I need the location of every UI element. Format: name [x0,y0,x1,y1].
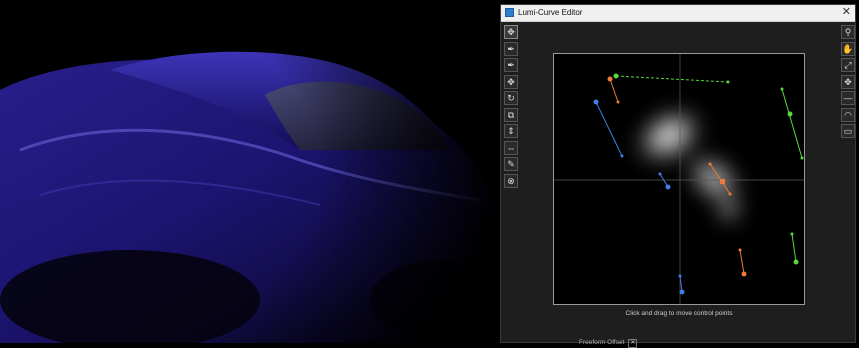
center-icon[interactable]: ✥ [841,74,855,89]
app-icon [505,8,514,17]
control-handle-orange-top[interactable] [607,76,620,104]
curve-shape-icon[interactable]: ◠ [841,107,855,122]
gradient-icon[interactable]: ▭ [841,124,855,138]
control-handle-orange-bottom[interactable] [738,248,747,277]
curve-canvas[interactable] [553,53,805,305]
delete-circle-icon[interactable]: ⊗ [504,173,518,188]
curve-editor-window: Lumi-Curve Editor ✕ ✥ ✒ ✒ ✥ ↻ ⧉ ⇕ ⇔ ✎ ⊗ ⚲ ✋ ⤢ ✥ — ◠ ▭ [500,4,856,348]
title-bar[interactable]: Lumi-Curve Editor ✕ [501,5,855,22]
flip-vertical-icon[interactable]: ⇕ [504,124,518,138]
status-bar: Freeform Offset ✕ [579,338,638,348]
rotate-icon[interactable]: ↻ [504,91,518,105]
close-icon[interactable]: ✕ [842,6,851,19]
pen-minus-icon[interactable]: ✒ [504,58,518,72]
magnifier-icon[interactable]: ⚲ [841,25,855,39]
fit-frame-icon[interactable]: ⤢ [841,58,855,72]
control-handle-green-top[interactable] [613,73,730,84]
light-falloff-shape [626,100,750,231]
line-icon[interactable]: — [841,91,855,105]
control-handle-blue-center[interactable] [658,172,671,190]
move-points-icon[interactable]: ✥ [504,74,518,89]
window-title: Lumi-Curve Editor [518,8,583,17]
flip-horizontal-icon[interactable]: ⇔ [504,140,518,155]
brush-icon[interactable]: ✎ [504,157,518,171]
hand-icon[interactable]: ✋ [841,41,855,56]
hint-text: Click and drag to move control points [625,310,733,317]
control-handle-green-right[interactable] [780,87,804,160]
scale-icon[interactable]: ⧉ [504,107,518,122]
control-handle-green-bottom[interactable] [790,232,799,265]
pen-plus-icon[interactable]: ✒ [504,41,518,56]
control-handle-blue-top[interactable] [593,99,624,158]
status-close-icon[interactable]: ✕ [628,339,638,348]
control-handle-blue-bottom[interactable] [678,274,685,295]
move-arrows-icon[interactable]: ✥ [504,25,518,39]
